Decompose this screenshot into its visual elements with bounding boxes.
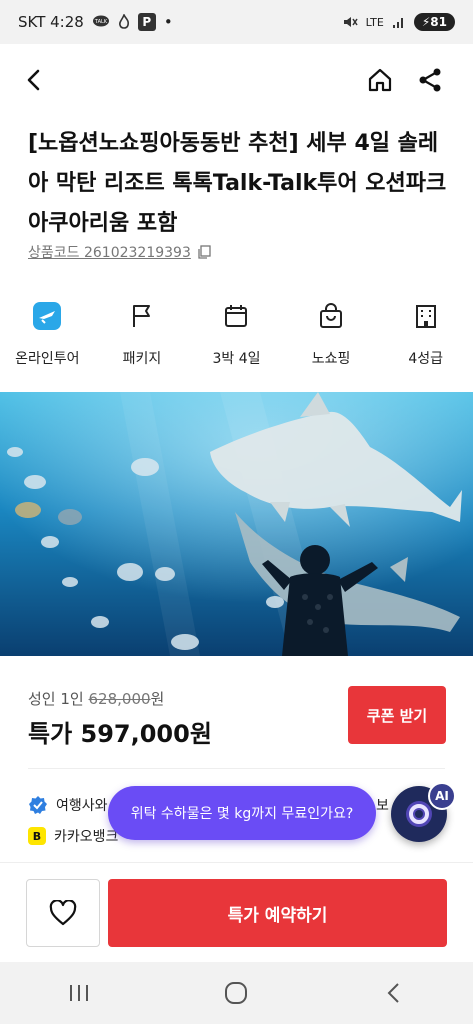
- product-hero-image[interactable]: [0, 392, 473, 656]
- feature-label: 4성급: [408, 351, 443, 367]
- feature-no-shopping: 노쇼핑: [284, 300, 379, 370]
- feature-online-tour: 온라인투어: [0, 300, 95, 370]
- home-icon: [368, 68, 392, 92]
- divider: [28, 768, 445, 769]
- system-nav-bar: [0, 962, 473, 1024]
- mute-icon: [342, 14, 358, 30]
- plane-icon: [33, 302, 62, 330]
- home-circle-icon: [225, 982, 248, 1004]
- signal-icon: [392, 15, 406, 29]
- feature-package: 패키지: [95, 300, 190, 370]
- status-carrier-time: SKT 4:28: [18, 13, 84, 31]
- won-unit: 원: [150, 690, 165, 708]
- network-type: LTE: [365, 15, 384, 29]
- verified-badge-icon: [29, 796, 47, 814]
- coupon-button[interactable]: 쿠폰 받기: [348, 686, 446, 744]
- share-icon: [419, 68, 441, 92]
- bag-icon: [320, 303, 343, 328]
- feature-label: 온라인투어: [15, 351, 80, 367]
- info-row-tail: 보: [376, 798, 389, 814]
- calendar-icon: [225, 305, 248, 327]
- more-notifications-dot: •: [163, 13, 173, 31]
- app-header: [0, 44, 473, 116]
- special-price: 특가 597,000원: [28, 720, 212, 748]
- ai-badge: AI: [428, 782, 456, 810]
- bottom-action-bar: 특가 예약하기: [0, 862, 473, 962]
- back-chevron-icon: [387, 983, 399, 1003]
- feature-label: 패키지: [122, 351, 162, 367]
- parking-notification-icon: P: [137, 13, 156, 31]
- reserve-button[interactable]: 특가 예약하기: [108, 879, 447, 947]
- feature-duration: 3박 4일: [189, 300, 284, 370]
- home-button[interactable]: [362, 62, 398, 98]
- talk-notification-icon: TALK: [92, 15, 110, 29]
- battery-indicator: ⚡81: [413, 13, 455, 31]
- feature-hotel-grade: 4성급: [378, 300, 473, 370]
- back-arrow-icon: [27, 69, 40, 91]
- feature-label: 3박 4일: [212, 351, 261, 367]
- flame-notification-icon: [118, 14, 130, 30]
- recent-apps-button[interactable]: [49, 973, 109, 1013]
- building-icon: [415, 305, 436, 328]
- back-nav-button[interactable]: [364, 973, 424, 1013]
- adult-label: 성인 1인: [28, 690, 84, 708]
- info-row-text: 여행사와: [56, 798, 108, 814]
- copy-icon[interactable]: [197, 245, 211, 259]
- product-code-row[interactable]: 상품코드 261023219393: [28, 242, 211, 262]
- ai-suggestion-bubble[interactable]: 위탁 수하물은 몇 kg까지 무료인가요?: [108, 786, 376, 840]
- aquarium-photo: [0, 392, 473, 656]
- flag-icon: [132, 305, 150, 327]
- info-row-verified: 여행사와: [28, 795, 108, 815]
- kakaobank-icon: B: [28, 827, 46, 845]
- feature-label: 노쇼핑: [311, 351, 351, 367]
- heart-icon: [49, 900, 77, 926]
- wishlist-button[interactable]: [26, 879, 100, 947]
- status-bar: SKT 4:28 TALK P • LTE ⚡81: [0, 0, 473, 44]
- share-button[interactable]: [412, 62, 448, 98]
- back-button[interactable]: [16, 62, 52, 98]
- recent-apps-icon: [69, 985, 88, 1001]
- original-price: 628,000: [88, 690, 151, 708]
- feature-row: 온라인투어 패키지 3박 4일 노쇼핑 4성급: [0, 300, 473, 370]
- original-price-row: 성인 1인 628,000원: [28, 688, 164, 709]
- product-title: [노옵션노쇼핑아동동반 추천] 세부 4일 솔레아 막탄 리조트 톡톡Talk-…: [28, 131, 447, 236]
- product-code: 상품코드 261023219393: [28, 245, 191, 261]
- home-nav-button[interactable]: [206, 973, 266, 1013]
- svg-text:TALK: TALK: [94, 19, 108, 25]
